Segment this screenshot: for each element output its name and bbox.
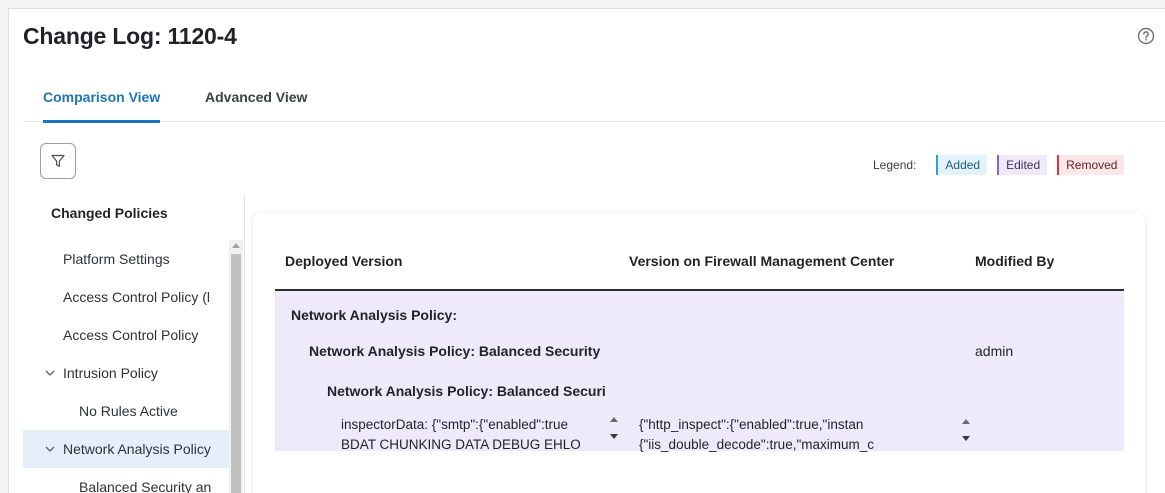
sidebar-item-label: Intrusion Policy bbox=[63, 365, 158, 381]
deployed-line-2: BDAT CHUNKING DATA DEBUG EHLO bbox=[341, 437, 581, 452]
sidebar-item-label: Platform Settings bbox=[63, 251, 170, 267]
sidebar-scrollbar[interactable] bbox=[229, 240, 243, 493]
tab-comparison-view[interactable]: Comparison View bbox=[43, 89, 161, 123]
view-tabs: Comparison View Advanced View bbox=[23, 89, 1165, 123]
sidebar-item-access-control-policy-l[interactable]: Access Control Policy (l bbox=[23, 278, 229, 316]
chevron-down-icon[interactable] bbox=[43, 442, 57, 456]
legend: Legend: Added Edited Removed bbox=[873, 155, 1125, 175]
row-level-2: Network Analysis Policy: Balanced Securi… bbox=[309, 343, 601, 359]
chevron-down-icon[interactable] bbox=[43, 366, 57, 380]
header-modified-by: Modified By bbox=[975, 253, 1055, 269]
deployed-scroll-arrows[interactable] bbox=[609, 417, 619, 439]
sidebar-item-access-control-policy[interactable]: Access Control Policy bbox=[23, 316, 229, 354]
policy-list: Platform Settings Access Control Policy … bbox=[23, 240, 229, 493]
filter-button[interactable] bbox=[40, 143, 76, 179]
legend-removed: Removed bbox=[1057, 155, 1125, 175]
sidebar-title: Changed Policies bbox=[51, 205, 168, 221]
header-deployed-version: Deployed Version bbox=[285, 253, 403, 269]
row-level-1: Network Analysis Policy: bbox=[291, 307, 457, 323]
scroll-up-arrow-icon[interactable] bbox=[232, 243, 240, 248]
changed-policies-sidebar: Changed Policies Platform Settings Acces… bbox=[23, 195, 245, 493]
sidebar-item-label: Access Control Policy bbox=[63, 327, 199, 343]
legend-label: Legend: bbox=[873, 158, 917, 172]
fmc-line-1: {"http_inspect":{"enabled":true,"instan bbox=[639, 417, 864, 432]
row-level-3: Network Analysis Policy: Balanced Securi bbox=[327, 383, 606, 399]
page-title: Change Log: 1120-4 bbox=[23, 23, 237, 49]
sidebar-item-label: Network Analysis Policy bbox=[63, 441, 211, 457]
sidebar-item-intrusion-policy[interactable]: Intrusion Policy bbox=[23, 354, 229, 392]
help-circle-icon[interactable] bbox=[1137, 27, 1155, 45]
modified-by-value: admin bbox=[975, 343, 1014, 359]
legend-added: Added bbox=[936, 155, 988, 175]
legend-edited: Edited bbox=[997, 155, 1048, 175]
deployed-line-1: inspectorData: {"smtp":{"enabled":true bbox=[341, 417, 569, 432]
sidebar-item-label: Access Control Policy (l bbox=[63, 289, 211, 305]
sidebar-item-balanced-security[interactable]: Balanced Security an bbox=[23, 468, 229, 493]
fmc-scroll-arrows[interactable] bbox=[961, 419, 971, 441]
sidebar-item-label: Balanced Security an bbox=[79, 479, 212, 493]
tab-advanced-view[interactable]: Advanced View bbox=[205, 89, 307, 122]
sidebar-item-network-analysis-policy[interactable]: Network Analysis Policy bbox=[23, 430, 229, 468]
scrollbar-thumb[interactable] bbox=[231, 254, 241, 493]
comparison-table-card: Deployed Version Version on Firewall Man… bbox=[253, 213, 1145, 493]
sidebar-item-no-rules-active[interactable]: No Rules Active bbox=[23, 392, 229, 430]
sidebar-item-label: No Rules Active bbox=[79, 403, 178, 419]
sidebar-item-platform-settings[interactable]: Platform Settings bbox=[23, 240, 229, 278]
fmc-line-2: {"iis_double_decode":true,"maximum_c bbox=[639, 437, 875, 452]
edited-change-block: Network Analysis Policy: Network Analysi… bbox=[275, 291, 1124, 452]
filter-icon bbox=[51, 154, 65, 167]
header-fmc-version: Version on Firewall Management Center bbox=[629, 253, 895, 269]
change-log-panel: Change Log: 1120-4 Comparison View Advan… bbox=[8, 8, 1165, 493]
